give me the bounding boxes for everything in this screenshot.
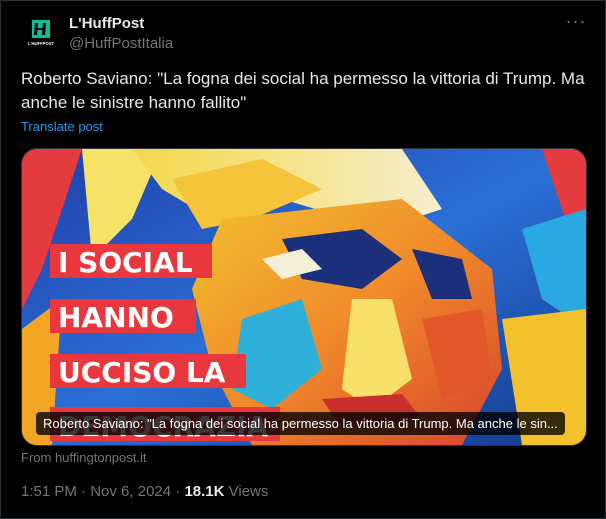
- tweet-text: Roberto Saviano: "La fogna dei social ha…: [21, 69, 585, 112]
- huffpost-logo-icon: L'HUFFPOST: [21, 14, 61, 54]
- avatar-wordmark: L'HUFFPOST: [28, 41, 55, 46]
- meta-separator: ·: [171, 483, 185, 500]
- more-options-icon[interactable]: ···: [565, 12, 587, 33]
- tweet-card: L'HUFFPOST L'HuffPost @HuffPostItalia ··…: [0, 0, 606, 519]
- link-preview-card[interactable]: I SOCIAL HANNO UCCISO LA DEMOCRAZIA Robe…: [21, 148, 587, 446]
- card-source[interactable]: From huffingtonpost.it: [21, 450, 147, 465]
- tweet-metadata: 1:51 PM · Nov 6, 2024 · 18.1K Views: [21, 482, 268, 501]
- author-handle[interactable]: @HuffPostItalia: [69, 34, 173, 53]
- views-count: 18.1K: [184, 483, 225, 500]
- image-text-line: I SOCIAL: [58, 246, 193, 279]
- author-avatar[interactable]: L'HUFFPOST: [21, 14, 61, 54]
- card-image: I SOCIAL HANNO UCCISO LA DEMOCRAZIA: [22, 149, 586, 445]
- translate-post-link[interactable]: Translate post: [21, 119, 103, 134]
- image-text-line: HANNO: [58, 301, 174, 334]
- tweet-date[interactable]: Nov 6, 2024: [90, 483, 171, 500]
- author-display-name[interactable]: L'HuffPost: [69, 14, 144, 33]
- image-text-line: UCCISO LA: [58, 356, 226, 389]
- tweet-time[interactable]: 1:51 PM: [21, 483, 77, 500]
- card-title: Roberto Saviano: "La fogna dei social ha…: [36, 412, 565, 435]
- meta-separator: ·: [76, 483, 91, 500]
- views-label: Views: [224, 483, 269, 500]
